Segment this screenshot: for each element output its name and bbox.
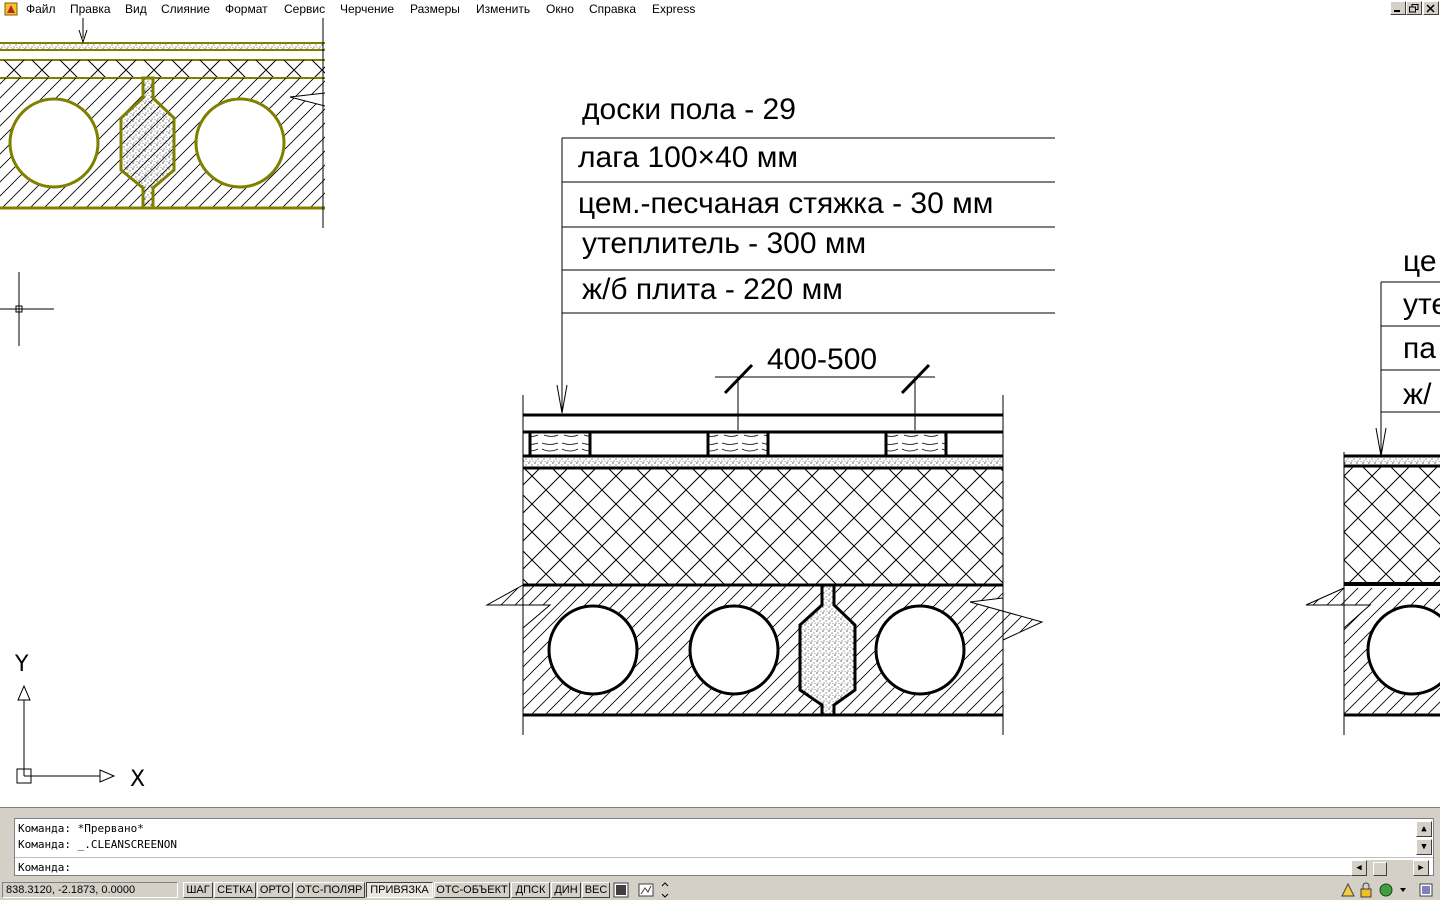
command-input-row[interactable]: Команда: ◀ ▶ (15, 857, 1433, 876)
label-screed: цем.-песчаная стяжка - 30 мм (578, 187, 994, 220)
menu-express[interactable]: Express (652, 2, 695, 16)
dimension-text: 400-500 (767, 343, 878, 376)
label-right-3: па (1403, 332, 1436, 365)
menu-window[interactable]: Окно (546, 2, 574, 16)
menu-arrow-icon[interactable] (660, 882, 670, 898)
menu-dimension[interactable]: Размеры (410, 2, 460, 16)
scroll-left-icon[interactable]: ◀ (1351, 860, 1367, 876)
menu-help[interactable]: Справка (589, 2, 636, 16)
lock-icon[interactable] (1358, 882, 1374, 898)
label-right-2: уте (1403, 288, 1440, 321)
close-icon (1426, 4, 1435, 13)
model-icon[interactable] (613, 882, 629, 898)
menu-modify[interactable]: Изменить (476, 2, 530, 16)
app-icon[interactable] (4, 2, 18, 16)
menu-tools[interactable]: Сервис (284, 2, 325, 16)
scroll-up-icon[interactable]: ▲ (1416, 821, 1432, 837)
command-history-line: Команда: *Прервано* (18, 822, 144, 835)
minimize-button[interactable] (1390, 1, 1406, 15)
ucs-y-label: Y (15, 652, 29, 677)
status-menu-arrow-icon[interactable] (1398, 882, 1408, 898)
drawing-svg (0, 18, 1440, 784)
status-lwt[interactable]: ВЕС (582, 882, 610, 898)
menu-format[interactable]: Формат (225, 2, 268, 16)
restore-button[interactable] (1406, 1, 1422, 15)
command-vscroll[interactable]: ▲ ▼ (1416, 821, 1432, 855)
coordinate-readout[interactable]: 838.3120, -2.1873, 0.0000 (2, 882, 178, 898)
status-otrack[interactable]: ОТС-ОБЪЕКТ (434, 882, 510, 898)
close-button[interactable] (1423, 1, 1439, 15)
status-ducs[interactable]: ДПСК (511, 882, 550, 898)
menu-draw[interactable]: Черчение (340, 2, 394, 16)
menu-merge[interactable]: Слияние (161, 2, 210, 16)
restore-icon (1409, 4, 1419, 13)
command-prompt: Команда: (18, 861, 71, 874)
clean-screen-icon[interactable] (1418, 882, 1434, 898)
scroll-right-icon[interactable]: ▶ (1413, 860, 1429, 876)
status-snap[interactable]: ШАГ (183, 882, 213, 898)
communication-icon[interactable] (1378, 882, 1394, 898)
label-joist: лага 100×40 мм (578, 141, 799, 174)
command-hscroll[interactable]: ◀ ▶ (1351, 860, 1429, 876)
status-bar: 838.3120, -2.1873, 0.0000 ШАГ СЕТКА ОРТО… (0, 880, 1440, 900)
command-window: Команда: *Прервано* Команда: _.CLEANSCRE… (14, 818, 1434, 876)
status-dyn[interactable]: ДИН (551, 882, 581, 898)
menu-bar: Файл Правка Вид Слияние Формат Сервис Че… (0, 0, 1440, 18)
menu-edit[interactable]: Правка (70, 2, 111, 16)
label-right-4: ж/ (1403, 378, 1432, 411)
label-insulation: утеплитель - 300 мм (582, 227, 867, 260)
menu-view[interactable]: Вид (125, 2, 147, 16)
scroll-thumb[interactable] (1373, 862, 1387, 876)
status-osnap[interactable]: ПРИВЯЗКА (366, 882, 433, 898)
layout-icon[interactable] (638, 882, 654, 898)
scroll-down-icon[interactable]: ▼ (1416, 839, 1432, 855)
status-ortho[interactable]: ОРТО (257, 882, 293, 898)
label-right-1: це (1403, 245, 1437, 278)
top-left-section (0, 18, 325, 228)
menu-file[interactable]: Файл (26, 2, 56, 16)
drawing-canvas[interactable]: доски пола - 29 лага 100×40 мм цем.-песч… (0, 18, 1440, 807)
ucs-icon (16, 684, 116, 784)
crosshair-cursor (0, 272, 54, 346)
label-floorboards: доски пола - 29 (582, 93, 796, 126)
label-slab: ж/б плита - 220 мм (582, 273, 843, 306)
status-grid[interactable]: СЕТКА (214, 882, 256, 898)
status-polar[interactable]: ОТС-ПОЛЯР (294, 882, 365, 898)
annotation-scale-icon[interactable] (1340, 882, 1356, 898)
command-history-line: Команда: _.CLEANSCREENON (18, 838, 177, 851)
ucs-x-label: X (130, 767, 146, 792)
minimize-icon (1394, 10, 1400, 12)
